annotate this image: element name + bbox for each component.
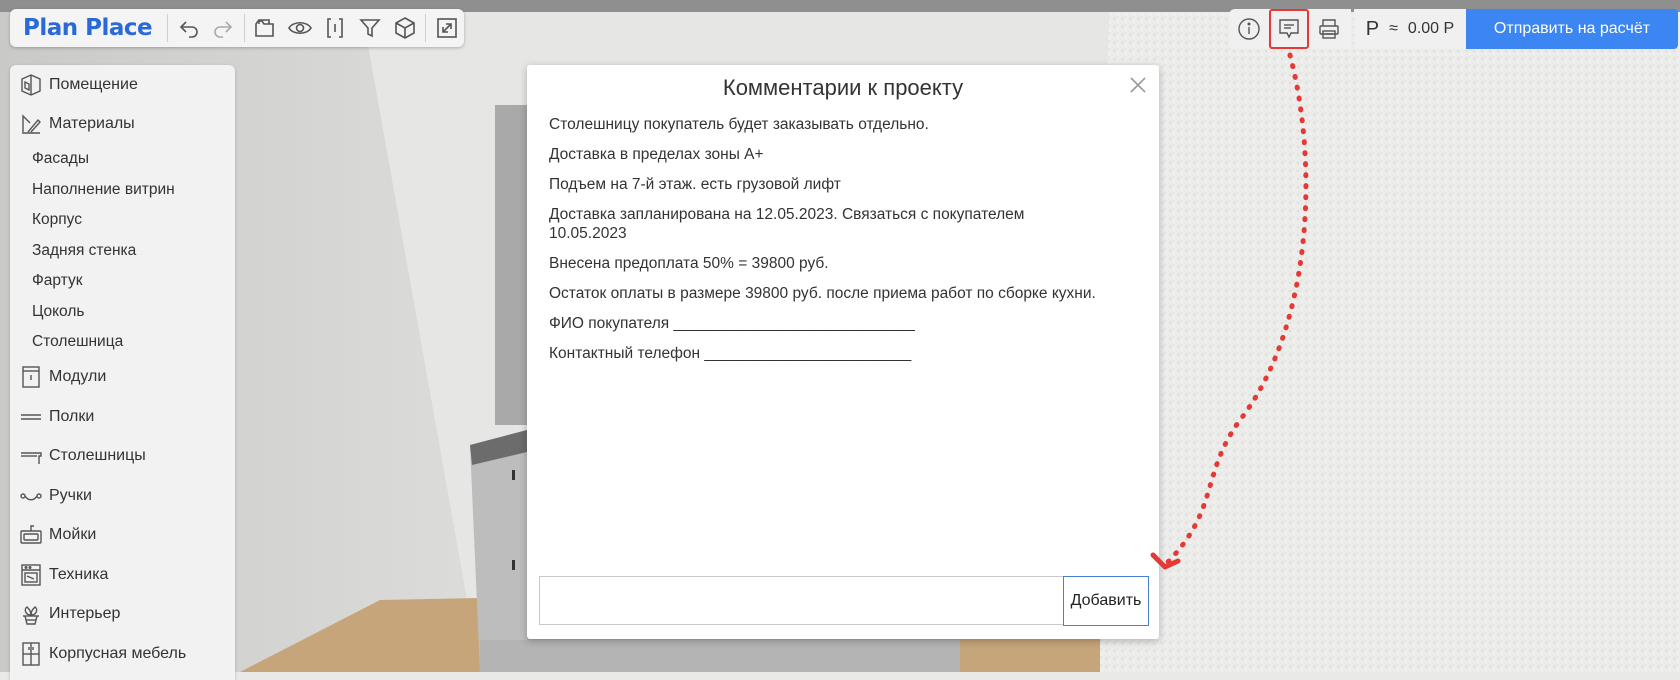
fullscreen-button[interactable] — [429, 9, 464, 47]
cube-icon — [394, 17, 415, 39]
expand-icon — [436, 18, 457, 38]
sidebar-item-label: Корпусная мебель — [49, 644, 187, 662]
approx-sign: ≈ — [1389, 20, 1398, 37]
sidebar-item-handles[interactable]: Ручки — [10, 476, 235, 516]
sidebar-item-label: Модули — [49, 368, 107, 386]
main-toolbar: Plan Place — [10, 9, 464, 47]
comment-item: Доставка запланирована на 12.05.2023. Св… — [549, 206, 1025, 242]
close-icon — [1130, 77, 1146, 93]
comments-list: Столешницу покупатель будет заказывать о… — [549, 115, 1139, 374]
material-subitem-back-panel[interactable]: Задняя стенка — [10, 236, 235, 267]
view-button[interactable] — [283, 9, 318, 47]
top-right-actions — [1229, 9, 1351, 49]
room-icon — [21, 73, 41, 96]
comment-item: Подъем на 7-й этаж. есть грузовой лифт — [549, 176, 841, 193]
send-for-calculation-button[interactable]: Отправить на расчёт — [1466, 9, 1678, 49]
materials-icon — [22, 114, 41, 134]
comments-button[interactable] — [1269, 9, 1309, 49]
plant-icon — [23, 606, 39, 625]
sidebar-item-interior[interactable]: Интерьер — [10, 595, 235, 635]
new-comment-input[interactable] — [539, 576, 1064, 625]
comment-icon — [1279, 19, 1299, 39]
sidebar-item-label: Столешницы — [49, 447, 146, 465]
material-subitem-backsplash[interactable]: Фартук — [10, 266, 235, 297]
sink-icon — [20, 525, 42, 544]
sidebar-item-label: Материалы — [49, 115, 135, 133]
undo-button[interactable] — [171, 9, 206, 47]
sidebar-item-label: Ручки — [49, 486, 92, 504]
info-button[interactable] — [1229, 9, 1269, 49]
funnel-icon — [359, 19, 381, 38]
frame-brackets-icon — [327, 18, 343, 38]
dialog-title: Комментарии к проекту — [722, 75, 964, 100]
comment-item: Доставка в пределах зоны А+ — [549, 146, 764, 163]
toolbar-divider — [425, 14, 427, 42]
sidebar-item-cabinet-furniture[interactable]: Корпусная мебель — [10, 634, 235, 674]
material-subitem-carcass[interactable]: Корпус — [10, 205, 235, 236]
module-icon — [22, 366, 40, 388]
eye-icon — [288, 21, 313, 35]
add-comment-button[interactable]: Добавить — [1063, 576, 1149, 626]
sidebar-item-label: Интерьер — [49, 605, 121, 623]
redo-button[interactable] — [206, 9, 241, 47]
oven-icon — [21, 564, 41, 586]
close-button[interactable] — [1128, 75, 1148, 95]
sidebar-item-label: Полки — [49, 407, 95, 425]
app-logo: Plan Place — [23, 15, 153, 41]
filter-button[interactable] — [352, 9, 387, 47]
sidebar-item-modules[interactable]: Модули — [10, 358, 235, 398]
dimensions-button[interactable] — [318, 9, 353, 47]
price-value: 0.00 Р — [1407, 20, 1455, 37]
material-subitem-showcase-fill[interactable]: Наполнение витрин — [10, 175, 235, 206]
comment-item: Контактный телефон _____________________… — [549, 345, 912, 362]
printer-icon — [1319, 19, 1339, 39]
toolbar-divider — [167, 14, 169, 42]
toolbar-divider — [243, 14, 245, 42]
comments-dialog: Комментарии к проекту Столешницу покупат… — [527, 65, 1159, 639]
comment-item: Столешницу покупатель будет заказывать о… — [549, 116, 929, 133]
shelf-icon — [21, 414, 41, 420]
folder-icon — [255, 19, 275, 37]
open-project-button[interactable] — [248, 9, 283, 47]
sidebar-item-label: Мойки — [49, 526, 97, 544]
comment-item: ФИО покупателя _________________________… — [549, 315, 915, 332]
comment-item: Внесена предоплата 50% = 39800 руб. — [549, 255, 829, 272]
sidebar-item-shelves[interactable]: Полки — [10, 397, 235, 437]
currency-symbol: Р — [1365, 17, 1380, 40]
print-button[interactable] — [1309, 9, 1349, 49]
catalog-sidebar: Помещение Материалы Фасады Наполнение ви… — [10, 65, 235, 680]
material-subitem-countertop[interactable]: Столешница — [10, 327, 235, 358]
sidebar-item-sinks[interactable]: Мойки — [10, 516, 235, 556]
cabinet-icon — [22, 642, 40, 666]
sidebar-item-appliances[interactable]: Техника — [10, 555, 235, 595]
material-subitem-plinth[interactable]: Цоколь — [10, 297, 235, 328]
handle-icon — [20, 493, 42, 501]
sidebar-item-room[interactable]: Помещение — [10, 65, 235, 105]
undo-icon — [179, 21, 198, 38]
sidebar-item-materials[interactable]: Материалы — [10, 105, 235, 145]
countertop-icon — [21, 452, 42, 465]
comment-item: Остаток оплаты в размере 39800 руб. посл… — [549, 285, 1096, 302]
info-icon — [1238, 18, 1260, 40]
price-display: Р ≈ 0.00 Р — [1354, 9, 1466, 49]
sidebar-item-label: Помещение — [49, 75, 138, 93]
3d-view-button[interactable] — [387, 9, 422, 47]
redo-icon — [214, 21, 233, 38]
sidebar-item-label: Техника — [49, 565, 109, 583]
sidebar-item-countertops[interactable]: Столешницы — [10, 437, 235, 477]
material-subitem-facades[interactable]: Фасады — [10, 144, 235, 175]
